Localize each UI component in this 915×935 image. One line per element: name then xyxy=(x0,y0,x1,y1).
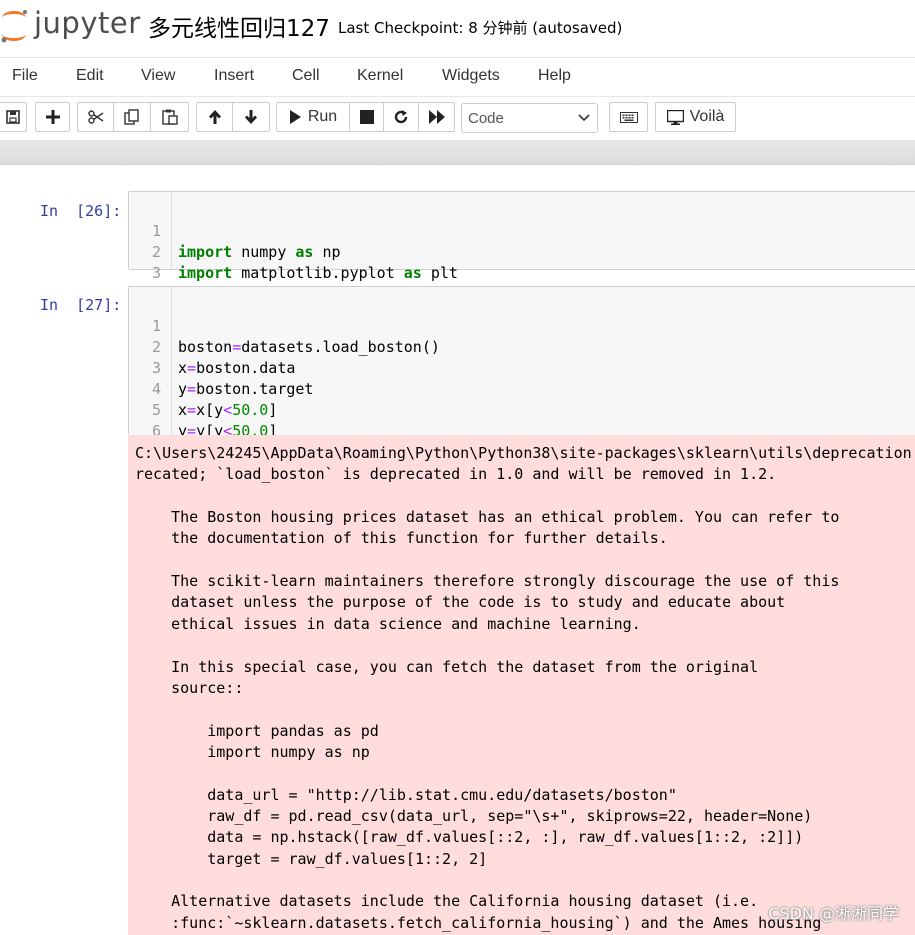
menu-help[interactable]: Help xyxy=(538,67,571,85)
stderr-line: Alternative datasets include the Califor… xyxy=(135,892,759,911)
checkpoint-status: Last Checkpoint: 8 分钟前 (autosaved) xyxy=(338,19,623,37)
save-button[interactable] xyxy=(0,102,27,132)
stderr-line: import numpy as np xyxy=(135,742,370,761)
stderr-line: In this special case, you can fetch the … xyxy=(135,657,759,676)
menu-insert[interactable]: Insert xyxy=(214,67,254,85)
stderr-line: target = raw_df.values[1::2, 2] xyxy=(135,849,488,868)
stderr-line: :func:`~sklearn.datasets.fetch_californi… xyxy=(135,913,822,932)
move-down-button[interactable] xyxy=(232,102,270,132)
code-text: import matplotlib.pyplot as plt xyxy=(178,264,458,282)
cell-26-prompt: In [26]: xyxy=(40,202,122,220)
stderr-output: C:\Users\24245\AppData\Roaming\Python\Py… xyxy=(128,435,915,935)
menu-widgets[interactable]: Widgets xyxy=(442,67,500,85)
command-palette-button[interactable] xyxy=(609,102,648,132)
voila-label: Voilà xyxy=(689,108,725,125)
code-line: 4 x=x[y<50.0] xyxy=(129,358,909,419)
stderr-line: source:: xyxy=(135,678,244,697)
notebook-header: jupyter 多元线性回归127 Last Checkpoint: 8 分钟前… xyxy=(0,0,915,58)
stderr-line: the documentation of this function for f… xyxy=(135,529,668,548)
restart-icon xyxy=(394,110,408,124)
arrow-down-icon xyxy=(245,110,257,124)
jupyter-logo-icon[interactable] xyxy=(0,6,32,46)
run-button[interactable]: Run xyxy=(276,102,350,132)
menu-view[interactable]: View xyxy=(141,67,175,85)
header-separator xyxy=(0,140,915,165)
stderr-line: ethical issues in data science and machi… xyxy=(135,614,641,633)
code-line: 3 y=boston.target xyxy=(129,337,909,398)
stop-icon xyxy=(359,110,374,124)
arrow-up-icon xyxy=(208,110,221,124)
code-line: 3 from sklearn import datasets xyxy=(129,242,909,303)
code-line: 5 y=y[y<50.0] xyxy=(129,379,909,440)
line-number: 3 xyxy=(151,264,161,282)
stderr-line: raw_df = pd.read_csv(data_url, sep="\s+"… xyxy=(135,806,813,825)
logo-text: jupyter xyxy=(34,6,141,40)
insert-cell-button[interactable] xyxy=(35,102,70,132)
stderr-line: The Boston housing prices dataset has an… xyxy=(135,508,840,527)
stderr-line: dataset unless the purpose of the code i… xyxy=(135,593,786,612)
notebook-container: In [26]: 1 import numpy as np 2 import m… xyxy=(0,165,915,935)
cell-type-select[interactable]: Code xyxy=(461,103,598,133)
stderr-line: The scikit-learn maintainers therefore s… xyxy=(135,572,840,591)
code-cell-27[interactable]: 1 boston=datasets.load_boston() 2 x=bost… xyxy=(128,286,915,461)
notebook-title[interactable]: 多元线性回归127 xyxy=(148,9,330,43)
desktop-icon xyxy=(666,109,684,125)
menu-kernel[interactable]: Kernel xyxy=(357,67,403,85)
cell-27-prompt: In [27]: xyxy=(40,296,122,314)
menu-cell[interactable]: Cell xyxy=(292,67,320,85)
plus-icon xyxy=(45,110,60,124)
menu-edit[interactable]: Edit xyxy=(76,67,104,85)
stderr-line: recated; `load_boston` is deprecated in … xyxy=(135,465,777,484)
paste-icon xyxy=(161,109,178,125)
code-cell-26[interactable]: 1 import numpy as np 2 import matplotlib… xyxy=(128,191,915,303)
toolbar: Run Code Voilà xyxy=(0,97,915,140)
code-line: 6 x.shape xyxy=(129,400,909,461)
stderr-line: C:\Users\24245\AppData\Roaming\Python\Py… xyxy=(135,444,915,462)
interrupt-kernel-button[interactable] xyxy=(349,102,384,132)
save-icon xyxy=(5,110,20,124)
menu-file[interactable]: File xyxy=(12,67,38,85)
cut-button[interactable] xyxy=(77,102,114,132)
scissors-icon xyxy=(87,110,103,124)
cell-type-value: Code xyxy=(468,110,504,127)
restart-run-all-button[interactable] xyxy=(418,102,455,132)
stderr-line: data = np.hstack([raw_df.values[::2, :],… xyxy=(135,828,804,847)
paste-button[interactable] xyxy=(150,102,189,132)
fast-forward-icon xyxy=(428,110,445,124)
run-label: Run xyxy=(307,108,338,125)
copy-button[interactable] xyxy=(113,102,151,132)
keyboard-icon xyxy=(619,111,638,123)
stderr-line: import pandas as pd xyxy=(135,721,379,740)
code-line: 2 import matplotlib.pyplot as plt xyxy=(129,221,909,282)
voila-button[interactable]: Voilà xyxy=(655,102,736,132)
code-line: 1 boston=datasets.load_boston() xyxy=(129,295,909,356)
move-up-button[interactable] xyxy=(196,102,233,132)
watermark: CSDN @淅淅同学 xyxy=(768,904,899,923)
play-icon xyxy=(289,110,301,124)
chevron-down-icon xyxy=(578,114,590,122)
restart-kernel-button[interactable] xyxy=(383,102,419,132)
menubar: File Edit View Insert Cell Kernel Widget… xyxy=(0,58,915,97)
code-line: 1 import numpy as np xyxy=(129,200,909,261)
copy-icon xyxy=(124,109,139,125)
code-line: 2 x=boston.data xyxy=(129,316,909,377)
stderr-line: data_url = "http://lib.stat.cmu.edu/data… xyxy=(135,785,677,804)
